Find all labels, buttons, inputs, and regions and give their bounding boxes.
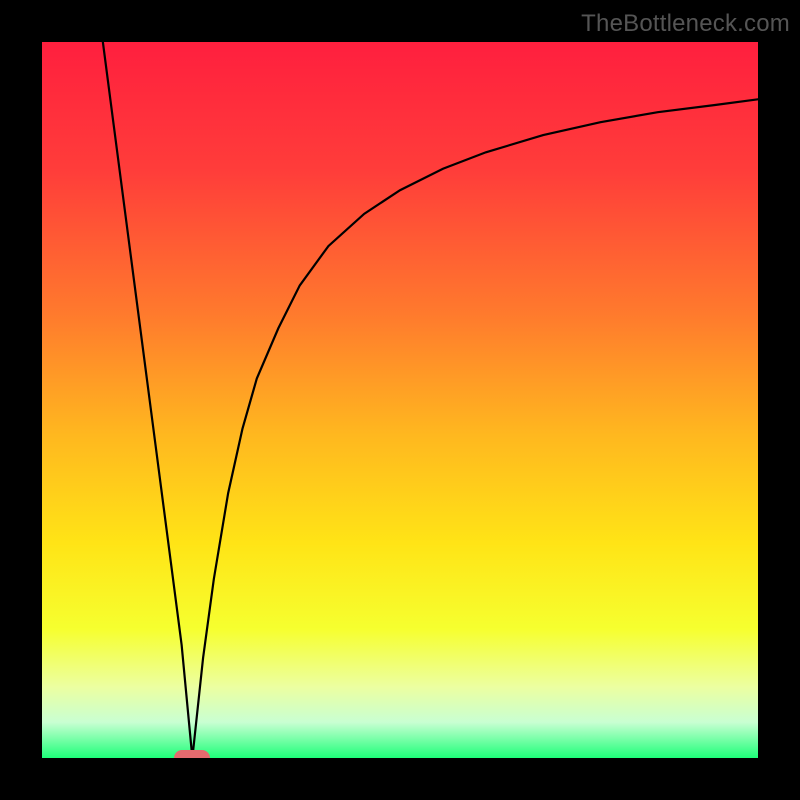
minimum-marker [174, 750, 210, 758]
attribution-text: TheBottleneck.com [581, 10, 790, 38]
plot-area [42, 42, 758, 758]
bottleneck-curve [42, 42, 758, 758]
chart-frame: TheBottleneck.com [0, 0, 800, 800]
